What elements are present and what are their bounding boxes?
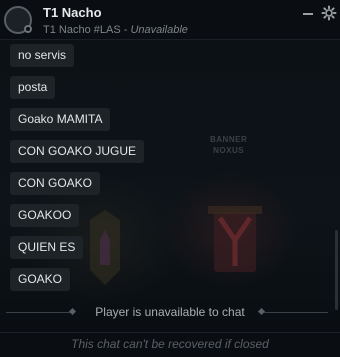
status-indicator bbox=[24, 25, 32, 33]
chat-message: no servis bbox=[10, 44, 75, 67]
chat-message: GOAKOO bbox=[10, 204, 80, 227]
banner-label: BANNER NOXUS bbox=[210, 134, 247, 156]
status-text: Unavailable bbox=[130, 24, 188, 36]
chat-message: Goako MAMITA bbox=[10, 108, 111, 131]
chat-message: GOAKO bbox=[10, 268, 71, 291]
chat-window: T1 Nacho T1 Nacho #LAS - Unavailable BAN… bbox=[0, 0, 340, 357]
banner-label-line: BANNER bbox=[210, 135, 248, 144]
chat-message: CON GOAKO bbox=[10, 172, 101, 195]
scrollbar[interactable] bbox=[335, 230, 338, 310]
chat-header: T1 Nacho T1 Nacho #LAS - Unavailable bbox=[0, 0, 340, 40]
chat-message: posta bbox=[10, 76, 56, 99]
gear-icon[interactable] bbox=[321, 5, 337, 21]
unavailable-notice: Player is unavailable to chat bbox=[95, 305, 245, 319]
minimize-icon[interactable] bbox=[301, 6, 315, 20]
chat-message: QUIEN ES bbox=[10, 236, 84, 259]
chat-input-placeholder: This chat can't be recovered if closed bbox=[71, 337, 269, 351]
subtitle-separator: - bbox=[120, 24, 131, 36]
riot-id: T1 Nacho #LAS bbox=[43, 24, 121, 36]
chat-message: CON GOAKO JUGUE bbox=[10, 140, 145, 163]
banner-label-line: NOXUS bbox=[213, 146, 245, 155]
contact-subtitle: T1 Nacho #LAS - Unavailable bbox=[43, 24, 188, 36]
chat-input-bar: This chat can't be recovered if closed bbox=[0, 332, 340, 357]
team-banner-art bbox=[90, 210, 120, 285]
contact-name: T1 Nacho bbox=[43, 5, 102, 20]
noxus-banner-art bbox=[208, 206, 262, 272]
